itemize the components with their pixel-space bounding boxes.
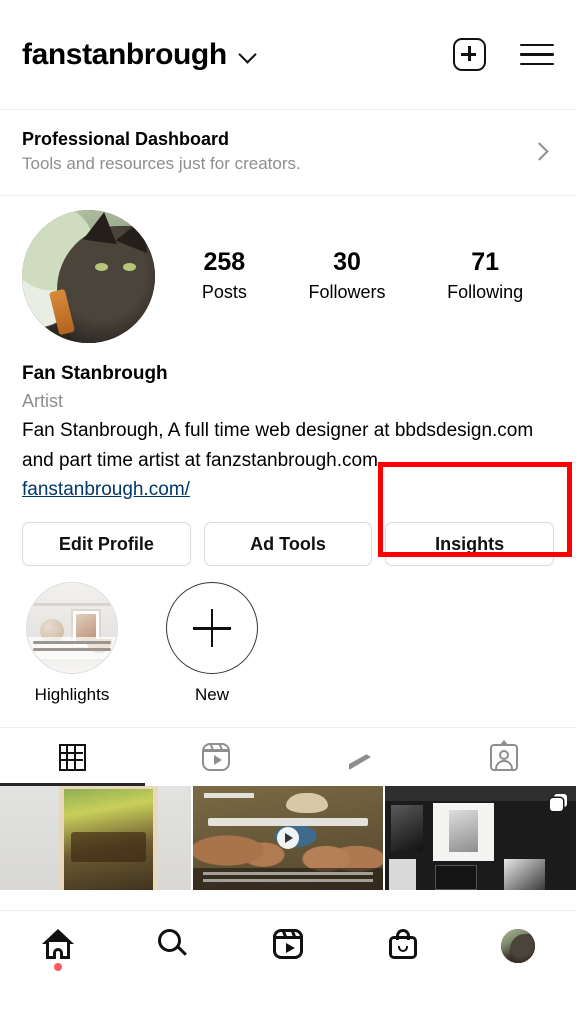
new-highlight-label: New bbox=[194, 685, 229, 705]
highlight-item[interactable]: Highlights bbox=[22, 582, 122, 705]
nav-profile[interactable] bbox=[461, 929, 576, 963]
bio-line-1: Fan Stanbrough, A full time web designer… bbox=[22, 420, 534, 442]
edit-profile-button[interactable]: Edit Profile bbox=[22, 522, 191, 567]
hamburger-menu-icon[interactable] bbox=[520, 43, 554, 66]
display-name: Fan Stanbrough bbox=[22, 362, 168, 384]
stat-value: 258 bbox=[203, 248, 246, 277]
post-grid bbox=[0, 786, 576, 891]
page-title: fanstanbrough bbox=[22, 37, 227, 71]
profile-action-buttons: Edit Profile Ad Tools Insights bbox=[0, 504, 576, 567]
post-thumbnail[interactable] bbox=[0, 786, 191, 891]
stat-value: 71 bbox=[471, 248, 500, 277]
stat-posts[interactable]: 258 Posts bbox=[202, 246, 247, 306]
professional-dashboard-title: Professional Dashboard bbox=[22, 129, 230, 149]
professional-dashboard-subtitle: Tools and resources just for creators. bbox=[22, 154, 301, 174]
grid-icon bbox=[58, 743, 86, 771]
stat-label: Followers bbox=[308, 281, 386, 302]
avatar-detail bbox=[123, 262, 137, 271]
username-switcher[interactable]: fanstanbrough bbox=[22, 38, 453, 72]
professional-dashboard-row[interactable]: Professional Dashboard Tools and resourc… bbox=[0, 110, 576, 196]
profile-summary-row: 258 Posts 30 Followers 71 Following bbox=[0, 196, 576, 343]
insights-button[interactable]: Insights bbox=[385, 522, 555, 567]
stat-followers[interactable]: 30 Followers bbox=[308, 246, 385, 306]
instagram-profile-screen: fanstanbrough Professional Dashboard Too… bbox=[0, 0, 576, 1024]
nav-search[interactable] bbox=[115, 929, 230, 959]
tab-tagged[interactable] bbox=[432, 728, 576, 786]
search-icon bbox=[157, 929, 188, 959]
multi-photo-icon bbox=[550, 794, 568, 812]
story-highlights-row: Highlights New bbox=[0, 566, 576, 705]
bio-block: Fan Stanbrough Artist Fan Stanbrough, A … bbox=[0, 343, 576, 505]
post-thumbnail[interactable] bbox=[385, 786, 576, 891]
bio-line-2: and part time artist at fanzstanbrough.c… bbox=[22, 449, 384, 471]
chevron-down-icon[interactable] bbox=[239, 46, 256, 63]
header-actions bbox=[453, 38, 554, 71]
new-highlight-item[interactable]: New bbox=[162, 582, 262, 705]
avatar[interactable] bbox=[22, 209, 155, 343]
bottom-navigation-bar bbox=[0, 910, 576, 1024]
notification-badge-dot bbox=[53, 963, 62, 971]
nav-shop[interactable] bbox=[346, 929, 461, 959]
reels-icon bbox=[202, 743, 230, 772]
nav-home[interactable] bbox=[0, 929, 115, 971]
website-link[interactable]: fanstanbrough.com/ bbox=[22, 475, 554, 504]
tagged-person-icon bbox=[490, 739, 518, 771]
tab-reels[interactable] bbox=[144, 728, 288, 786]
tab-igtv[interactable] bbox=[288, 728, 432, 786]
highlight-thumbnail[interactable] bbox=[26, 582, 118, 675]
professional-dashboard-text: Professional Dashboard Tools and resourc… bbox=[22, 126, 532, 177]
profile-avatar-icon bbox=[501, 929, 536, 963]
post-image bbox=[385, 786, 576, 801]
plus-square-icon[interactable] bbox=[453, 38, 486, 71]
stats-row: 258 Posts 30 Followers 71 Following bbox=[155, 246, 554, 306]
stat-label: Posts bbox=[201, 281, 247, 302]
reels-icon bbox=[273, 929, 303, 959]
plus-icon[interactable] bbox=[166, 582, 258, 675]
play-triangle-icon bbox=[349, 744, 371, 771]
shopping-bag-icon bbox=[389, 929, 418, 959]
post-thumbnail[interactable] bbox=[192, 786, 384, 891]
chevron-right-icon[interactable] bbox=[532, 143, 548, 159]
stat-label: Following bbox=[447, 281, 524, 302]
avatar-detail bbox=[95, 262, 109, 271]
stat-value: 30 bbox=[333, 248, 361, 277]
profile-category: Artist bbox=[22, 391, 64, 412]
tab-grid[interactable] bbox=[0, 728, 145, 787]
top-header: fanstanbrough bbox=[0, 0, 576, 110]
nav-reels[interactable] bbox=[230, 929, 345, 959]
stat-following[interactable]: 71 Following bbox=[447, 246, 523, 306]
ad-tools-button[interactable]: Ad Tools bbox=[203, 522, 373, 567]
home-icon bbox=[41, 929, 74, 959]
post-image bbox=[59, 786, 159, 891]
highlight-label: Highlights bbox=[34, 685, 110, 705]
highlight-cover-image bbox=[27, 583, 117, 674]
profile-tab-bar bbox=[0, 727, 576, 787]
